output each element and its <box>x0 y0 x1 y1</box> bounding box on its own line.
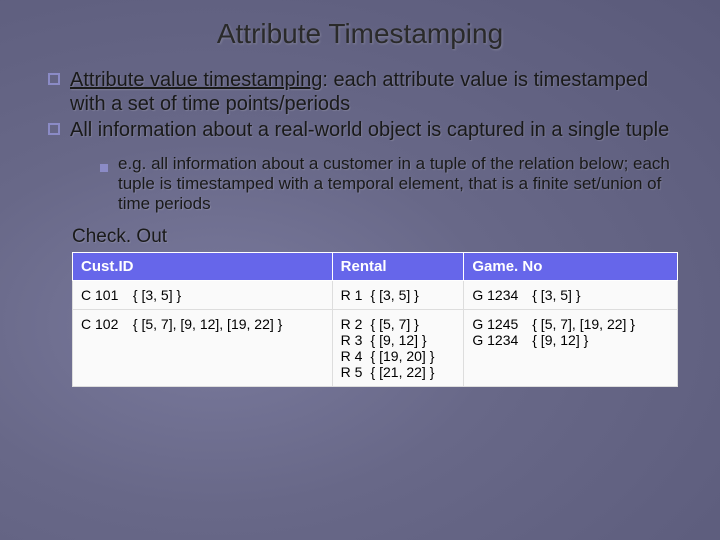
cell-rental: R 2 { [5, 7] }R 3 { [9, 12] }R 4 { [19, … <box>332 310 464 387</box>
col-cust: Cust.ID <box>73 253 333 281</box>
bullet-item: All information about a real-world objec… <box>48 118 682 142</box>
sub-bullet-text: e.g. all information about a customer in… <box>118 154 682 214</box>
cell-cust: C 102 { [5, 7], [9, 12], [19, 22] } <box>73 310 333 387</box>
cell-line: R 5 { [21, 22] } <box>341 364 456 380</box>
cell-line: C 101 { [3, 5] } <box>81 287 324 303</box>
cell-line: R 4 { [19, 20] } <box>341 348 456 364</box>
cell-game: G 1245 { [5, 7], [19, 22] }G 1234 { [9, … <box>464 310 678 387</box>
table-title: Check. Out <box>0 214 720 252</box>
cell-line: R 3 { [9, 12] } <box>341 332 456 348</box>
sub-bullet-list: e.g. all information about a customer in… <box>0 144 720 214</box>
cell-game: G 1234 { [3, 5] } <box>464 281 678 310</box>
sub-bullet-item: e.g. all information about a customer in… <box>100 154 682 214</box>
bullet-text: All information about a real-world objec… <box>70 118 669 142</box>
data-table: Cust.ID Rental Game. No C 101 { [3, 5] }… <box>72 252 678 387</box>
table-row: C 102 { [5, 7], [9, 12], [19, 22] } R 2 {… <box>73 310 678 387</box>
table-header-row: Cust.ID Rental Game. No <box>73 253 678 281</box>
cell-line: R 2 { [5, 7] } <box>341 316 456 332</box>
cell-line: G 1234 { [3, 5] } <box>472 287 669 303</box>
bullet-list: Attribute value timestamping: each attri… <box>0 68 720 142</box>
col-rental: Rental <box>332 253 464 281</box>
cell-line: G 1234 { [9, 12] } <box>472 332 669 348</box>
col-game: Game. No <box>464 253 678 281</box>
cell-cust: C 101 { [3, 5] } <box>73 281 333 310</box>
square-bullet-icon <box>48 123 60 135</box>
bullet-item: Attribute value timestamping: each attri… <box>48 68 682 116</box>
table-row: C 101 { [3, 5] } R 1 { [3, 5] } G 1234 { [… <box>73 281 678 310</box>
cell-line: R 1 { [3, 5] } <box>341 287 456 303</box>
small-square-bullet-icon <box>100 159 108 177</box>
bullet-text: Attribute value timestamping: each attri… <box>70 68 682 116</box>
cell-rental: R 1 { [3, 5] } <box>332 281 464 310</box>
square-bullet-icon <box>48 73 60 85</box>
cell-line: G 1245 { [5, 7], [19, 22] } <box>472 316 669 332</box>
bullet-lead: Attribute value timestamping <box>70 69 322 91</box>
cell-line: C 102 { [5, 7], [9, 12], [19, 22] } <box>81 316 324 332</box>
slide-title: Attribute Timestamping <box>0 0 720 68</box>
